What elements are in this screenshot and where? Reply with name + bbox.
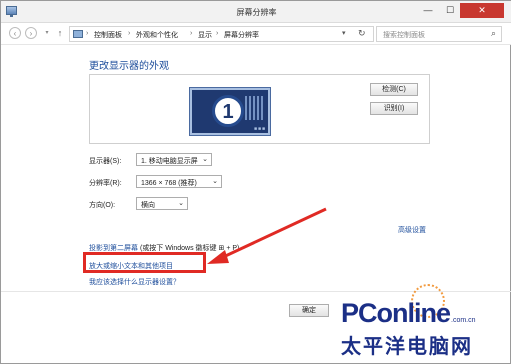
display-label: 显示器(S): — [89, 158, 122, 165]
chevron-down-icon: ⌄ — [178, 200, 184, 207]
monitor-grid-graphic — [245, 96, 263, 120]
breadcrumb-separator: › — [86, 30, 89, 37]
minimize-button[interactable]: — — [419, 3, 437, 18]
breadcrumb-separator: › — [216, 30, 219, 37]
close-button[interactable]: ✕ — [460, 3, 504, 18]
breadcrumb-display[interactable]: 显示 — [198, 30, 212, 40]
breadcrumb-dropdown-icon[interactable]: ▾ — [342, 29, 346, 37]
refresh-icon[interactable]: ↻ — [358, 28, 366, 39]
detect-button[interactable]: 检测(C) — [370, 83, 418, 96]
monitor-dots: ■■■ — [254, 126, 267, 132]
highlight-box — [83, 252, 206, 273]
breadcrumb-separator: › — [190, 30, 193, 37]
page-title: 更改显示器的外观 — [89, 61, 169, 72]
forward-icon[interactable]: › — [25, 27, 37, 39]
breadcrumb-resolution[interactable]: 屏幕分辨率 — [224, 30, 259, 40]
search-placeholder: 搜索控制面板 — [383, 32, 425, 39]
chevron-down-icon: ⌄ — [212, 178, 218, 185]
monitor-number: 1 — [222, 101, 234, 123]
watermark-brand: PConline — [341, 298, 451, 328]
back-icon[interactable]: ‹ — [9, 27, 21, 39]
resolution-value: 1366 × 768 (推荐) — [141, 180, 197, 187]
up-arrow-icon[interactable]: ↑ — [54, 27, 66, 39]
advanced-settings-link[interactable]: 高级设置 — [398, 225, 426, 235]
control-panel-icon — [73, 30, 83, 38]
display-value: 1. 移动电脑显示屏 — [141, 158, 198, 165]
breadcrumb-control-panel[interactable]: 控制面板 — [94, 30, 122, 40]
window-frame: 屏幕分辨率 — ☐ ✕ ‹ › ▾ ↑ › 控制面板 › 外观和个性化 › 显示… — [0, 0, 511, 364]
project-second-screen-link[interactable]: 投影到第二屏幕 — [89, 245, 138, 252]
resolution-select[interactable]: 1366 × 768 (推荐) ⌄ — [136, 175, 222, 188]
ok-button[interactable]: 确定 — [289, 304, 329, 317]
display-select[interactable]: 1. 移动电脑显示屏 ⌄ — [136, 153, 212, 166]
breadcrumb-appearance[interactable]: 外观和个性化 — [136, 30, 178, 40]
monitor-number-badge: 1 — [212, 95, 244, 127]
resolution-label: 分辨率(R): — [89, 180, 122, 187]
search-input[interactable]: 搜索控制面板 ⌕ — [376, 26, 502, 42]
maximize-button[interactable]: ☐ — [441, 3, 459, 18]
watermark-chinese-name: 太平洋电脑网 — [341, 334, 473, 358]
orientation-value: 横向 — [141, 202, 155, 209]
display-help-link[interactable]: 我应该选择什么显示器设置？ — [89, 277, 180, 287]
monitor-icon[interactable]: 1 ■■■ — [190, 88, 270, 135]
project-shortcut-hint: (或按下 Windows 徽标键 ⊞ + P) — [138, 245, 240, 252]
search-icon[interactable]: ⌕ — [491, 28, 496, 39]
watermark-domain: .com.cn — [451, 317, 476, 324]
orientation-label: 方向(O): — [89, 202, 116, 209]
recent-locations-icon[interactable]: ▾ — [41, 27, 53, 39]
pconline-watermark: PConline .com.cn 太平洋电脑网 — [341, 284, 508, 360]
breadcrumb[interactable]: › 控制面板 › 外观和个性化 › 显示 › 屏幕分辨率 ▾ ↻ — [69, 26, 374, 42]
title-bar: 屏幕分辨率 — ☐ ✕ — [1, 1, 511, 23]
breadcrumb-separator: › — [128, 30, 131, 37]
chevron-down-icon: ⌄ — [202, 156, 208, 163]
identify-button[interactable]: 识别(I) — [370, 102, 418, 115]
address-bar: ‹ › ▾ ↑ › 控制面板 › 外观和个性化 › 显示 › 屏幕分辨率 ▾ ↻… — [1, 23, 511, 45]
orientation-select[interactable]: 横向 ⌄ — [136, 197, 188, 210]
